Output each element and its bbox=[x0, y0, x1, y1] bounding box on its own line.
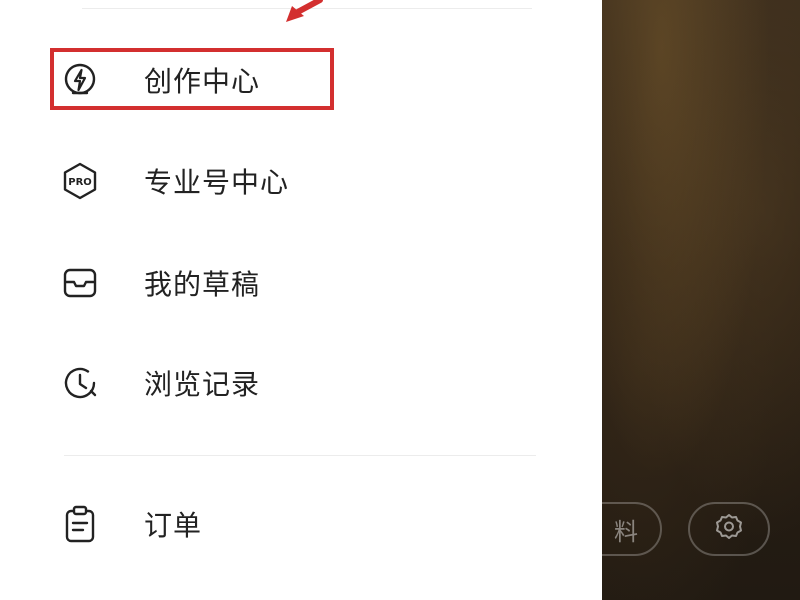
menu-item-label: 订单 bbox=[144, 509, 203, 542]
side-drawer: 创作中心 PRO 专业号中心 我的草稿 浏览记录 订单 bbox=[0, 0, 602, 600]
pro-badge-text: PRO bbox=[68, 177, 92, 188]
edit-profile-label: 料 bbox=[614, 517, 638, 546]
settings-button[interactable] bbox=[688, 502, 770, 556]
menu-item-label: 我的草稿 bbox=[144, 268, 261, 301]
menu-item-my-drafts[interactable]: 我的草稿 bbox=[60, 253, 260, 313]
edit-profile-button[interactable]: 料 bbox=[602, 502, 662, 556]
menu-item-label: 创作中心 bbox=[144, 65, 261, 98]
gear-icon bbox=[715, 513, 743, 545]
menu-item-label: 专业号中心 bbox=[144, 166, 290, 199]
menu-item-pro-center[interactable]: PRO 专业号中心 bbox=[60, 151, 289, 211]
history-clock-icon bbox=[60, 363, 100, 403]
lightning-bolt-icon bbox=[60, 60, 100, 100]
section-divider bbox=[64, 455, 536, 456]
drafts-box-icon bbox=[60, 263, 100, 303]
annotation-arrow bbox=[286, 0, 323, 22]
clipboard-icon bbox=[60, 504, 100, 544]
menu-item-label: 浏览记录 bbox=[144, 368, 261, 401]
pro-badge-icon: PRO bbox=[60, 161, 100, 201]
menu-item-orders[interactable]: 订单 bbox=[60, 494, 202, 554]
dimmed-profile-background[interactable]: 料 bbox=[602, 0, 800, 600]
menu-item-browse-history[interactable]: 浏览记录 bbox=[60, 353, 260, 413]
menu-item-creator-center[interactable]: 创作中心 bbox=[60, 50, 260, 110]
